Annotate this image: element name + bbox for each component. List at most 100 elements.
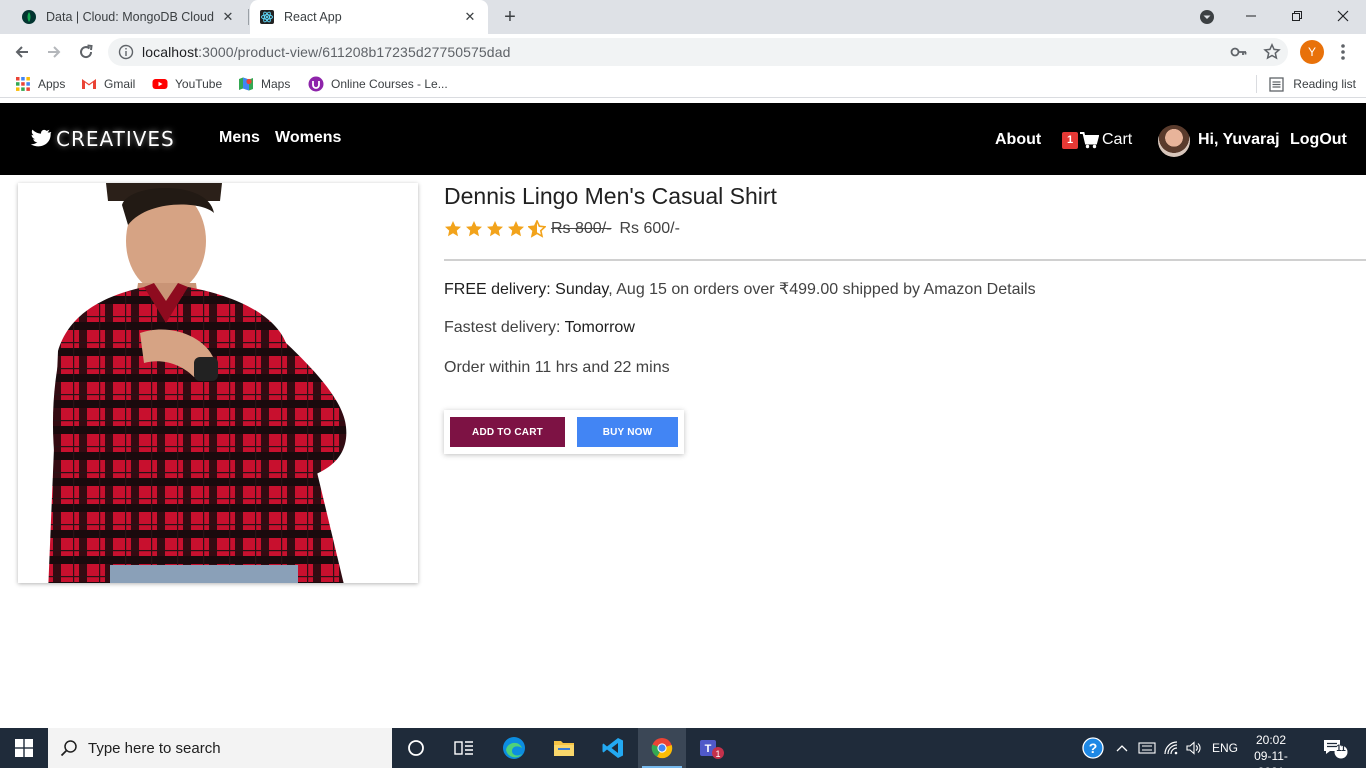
search-icon (60, 740, 77, 757)
teams-icon: T1 (700, 740, 724, 759)
cortana-circle-icon (408, 740, 424, 756)
url-text: localhost:3000/product-view/611208b17235… (142, 44, 510, 60)
taskbar-clock[interactable]: 20:02 09-11-2021 (1242, 732, 1300, 768)
more-menu-icon[interactable] (1336, 42, 1350, 62)
delivery-label: FREE delivery: (444, 281, 551, 298)
minimize-button[interactable] (1228, 0, 1274, 32)
reading-list-icon (1269, 76, 1284, 92)
reading-list-button[interactable]: Reading list (1269, 70, 1356, 98)
url-path: :3000/product-view/611208b17235d27750575… (198, 44, 511, 60)
svg-text:T: T (705, 743, 712, 755)
language-indicator[interactable]: ENG (1212, 728, 1238, 768)
chrome-icon (651, 738, 673, 759)
tab-mongodb[interactable]: Data | Cloud: MongoDB Cloud ✕ (8, 0, 246, 34)
notification-center-button[interactable]: 11 (1322, 728, 1348, 768)
bookmark-label: Apps (38, 77, 66, 91)
help-tray-button[interactable]: ? (1082, 728, 1104, 768)
fastest-delivery-day: Tomorrow (564, 319, 635, 336)
cortana-button[interactable] (392, 728, 440, 768)
restore-icon (1292, 11, 1302, 21)
product-title: Dennis Lingo Men's Casual Shirt (444, 183, 777, 209)
address-bar[interactable]: localhost:3000/product-view/611208b17235… (108, 38, 1288, 66)
nav-link-womens[interactable]: Womens (275, 129, 341, 147)
folder-icon (554, 741, 574, 756)
gmail-icon (82, 79, 96, 89)
close-icon (1337, 10, 1349, 22)
mongodb-leaf-icon (22, 10, 36, 24)
clock-date: 09-11-2021 (1254, 749, 1288, 768)
nav-link-mens[interactable]: Mens (219, 129, 260, 147)
taskbar-vscode[interactable] (589, 728, 637, 768)
windows-logo-icon (15, 739, 33, 757)
youtube-icon (152, 79, 168, 89)
back-button[interactable] (10, 40, 34, 64)
bookmark-maps[interactable]: Maps (238, 70, 290, 98)
show-hidden-icons-button[interactable] (1116, 728, 1128, 768)
volume-button[interactable] (1186, 728, 1202, 768)
user-avatar[interactable] (1158, 125, 1190, 157)
original-price: Rs 800/- (551, 220, 612, 237)
reading-list-label: Reading list (1293, 77, 1356, 91)
taskbar-teams[interactable]: T1 (688, 728, 736, 768)
delivery-day: Sunday (555, 281, 609, 298)
new-tab-button[interactable]: + (498, 5, 522, 29)
tab-divider (248, 9, 249, 25)
shopping-cart-icon (1080, 131, 1099, 148)
bookmark-gmail[interactable]: Gmail (81, 70, 135, 98)
notification-count: 11 (1336, 743, 1346, 753)
star-full-icon (466, 221, 482, 237)
apps-grid-icon (16, 77, 30, 91)
section-divider (444, 259, 1366, 261)
bookmark-apps[interactable]: Apps (15, 70, 65, 98)
add-to-cart-button[interactable]: ADD TO CART (450, 417, 565, 447)
cart-count-badge: 1 (1062, 131, 1078, 149)
close-window-button[interactable] (1320, 0, 1366, 32)
bookmark-youtube[interactable]: YouTube (152, 70, 222, 98)
svg-text:?: ? (1089, 740, 1098, 756)
taskbar-search-box[interactable]: Type here to search (48, 728, 392, 768)
logout-link[interactable]: LogOut (1290, 131, 1347, 149)
bookmark-label: Online Courses - Le... (331, 77, 448, 91)
key-icon[interactable] (1230, 43, 1248, 61)
browser-toolbar: localhost:3000/product-view/611208b17235… (0, 34, 1366, 70)
wifi-button[interactable] (1164, 728, 1180, 768)
wifi-icon (1164, 741, 1178, 755)
keyboard-ime-icon (1138, 742, 1156, 754)
close-tab-icon[interactable]: ✕ (458, 9, 482, 25)
task-view-button[interactable] (440, 728, 488, 768)
profile-avatar[interactable]: Y (1300, 40, 1324, 64)
input-method-button[interactable] (1138, 728, 1156, 768)
tab-search-icon[interactable] (1198, 8, 1216, 26)
clock-time: 20:02 (1255, 733, 1287, 747)
star-bookmark-icon[interactable] (1263, 43, 1281, 61)
product-image (18, 183, 418, 583)
reload-button[interactable] (74, 40, 98, 64)
close-tab-icon[interactable]: ✕ (216, 9, 240, 25)
courses-icon (308, 76, 324, 92)
forward-button[interactable] (42, 40, 66, 64)
info-icon[interactable] (118, 44, 134, 60)
restore-button[interactable] (1274, 0, 1320, 32)
buy-now-button[interactable]: BUY NOW (577, 417, 678, 447)
taskbar-edge[interactable] (490, 728, 538, 768)
order-countdown: Order within 11 hrs and 22 mins (444, 359, 670, 376)
brand-logo[interactable]: CREATIVES (30, 127, 175, 151)
chevron-up-icon (1116, 745, 1128, 752)
user-greeting[interactable]: Hi, Yuvaraj (1198, 131, 1280, 149)
minimize-icon (1246, 15, 1256, 17)
edge-browser-icon (503, 737, 525, 759)
help-icon: ? (1082, 737, 1104, 759)
bookmark-online-courses[interactable]: Online Courses - Le... (308, 70, 448, 98)
nav-link-about[interactable]: About (995, 131, 1041, 149)
taskbar-chrome[interactable] (638, 728, 686, 768)
taskbar-file-explorer[interactable] (540, 728, 588, 768)
cart-link[interactable]: 1 Cart (1062, 131, 1132, 149)
svg-text:1: 1 (715, 749, 720, 759)
start-button[interactable] (0, 728, 48, 768)
bookmarks-divider (1256, 75, 1257, 93)
tab-react-app[interactable]: React App ✕ (250, 0, 488, 34)
bookmarks-bar: Apps Gmail YouTube Maps Online Courses -… (0, 70, 1366, 98)
browser-tab-strip: Data | Cloud: MongoDB Cloud ✕ React App … (0, 0, 1366, 34)
star-full-icon (487, 221, 503, 237)
react-logo-icon (260, 10, 274, 24)
